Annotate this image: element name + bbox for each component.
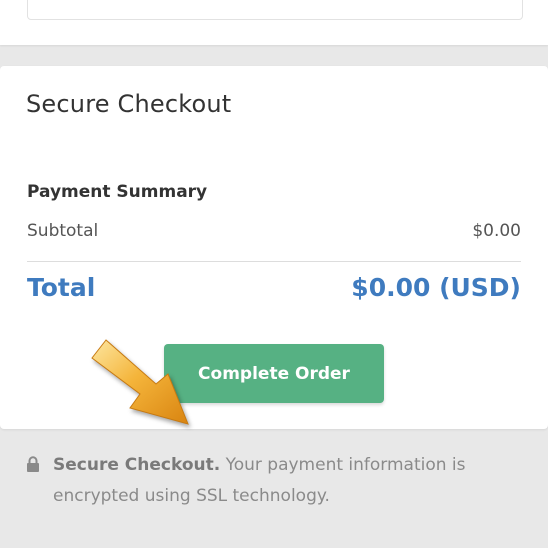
checkout-card: Secure Checkout Payment Summary Subtotal… (0, 66, 548, 429)
previous-section-card (0, 0, 548, 45)
secure-checkout-label: Secure Checkout. (53, 455, 221, 475)
summary-divider (27, 261, 521, 262)
secure-note-line2: encrypted using SSL technology. (53, 486, 330, 506)
subtotal-label: Subtotal (27, 221, 99, 241)
secure-note-line1: Your payment information is (220, 455, 466, 475)
lock-icon (27, 456, 39, 472)
total-value: $0.00 (USD) (351, 273, 521, 302)
subtotal-value: $0.00 (472, 221, 521, 241)
secure-checkout-note: Secure Checkout. Your payment informatio… (26, 450, 526, 512)
total-label: Total (27, 273, 96, 302)
subtotal-row: Subtotal $0.00 (27, 221, 521, 241)
previous-section-box (27, 0, 523, 20)
payment-summary-heading: Payment Summary (27, 182, 208, 202)
complete-order-button[interactable]: Complete Order (164, 344, 384, 403)
total-row: Total $0.00 (USD) (27, 273, 521, 302)
checkout-title: Secure Checkout (26, 90, 232, 118)
